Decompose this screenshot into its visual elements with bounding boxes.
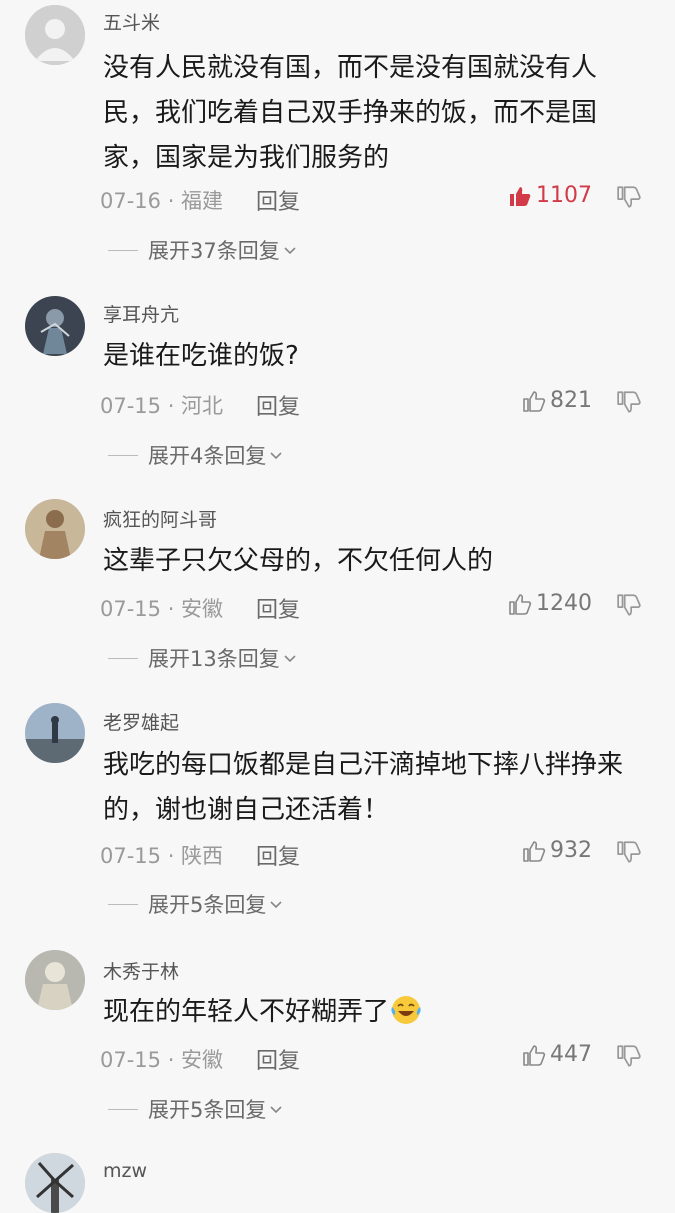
like-count: 447: [550, 1042, 592, 1067]
divider-line: [108, 657, 138, 659]
like-button[interactable]: 447: [522, 1042, 592, 1067]
thumbs-down-icon[interactable]: [616, 389, 642, 415]
like-button[interactable]: 1107: [508, 183, 592, 208]
comment-text: 没有人民就没有国，而不是没有国就没有人 民，我们吃着自己双手挣来的饭，而不是国 …: [103, 46, 648, 181]
comment-text-segment: 现在的年轻人不好糊弄了: [103, 997, 390, 1027]
comment-username[interactable]: mzw: [103, 1160, 147, 1182]
expand-replies-label: 展开5条回复: [148, 893, 267, 917]
comment-text: 现在的年轻人不好糊弄了: [103, 990, 648, 1035]
comment-text: 我吃的每口饭都是自己汗滴掉地下摔八拌挣来 的，谢也谢自己还活着！: [103, 743, 648, 833]
comment-username[interactable]: 享耳舟亢: [103, 300, 179, 327]
thumbs-down-icon[interactable]: [616, 184, 642, 210]
avatar[interactable]: [25, 1153, 85, 1213]
like-button[interactable]: 821: [522, 388, 592, 413]
comment-meta-row: 07-15 · 河北 回复 821: [100, 386, 650, 420]
avatar[interactable]: [25, 499, 85, 559]
comment-meta-row: 07-15 · 安徽 回复 447: [100, 1040, 650, 1074]
thumbs-up-filled-icon: [510, 186, 531, 206]
expand-replies-button[interactable]: 展开37条回复: [108, 235, 297, 265]
reply-button[interactable]: 回复: [256, 1043, 300, 1075]
divider-line: [108, 454, 138, 456]
like-count: 1107: [536, 183, 592, 208]
thumbs-up-icon: [509, 593, 532, 615]
windmill-avatar-icon: [25, 1153, 85, 1213]
expand-replies-label: 展开5条回复: [148, 1098, 267, 1122]
thumbs-down-icon[interactable]: [616, 839, 642, 865]
expand-replies-label: 展开4条回复: [148, 444, 267, 468]
reply-button[interactable]: 回复: [256, 184, 300, 216]
comment-meta-row: 07-16 · 福建 回复 1107: [100, 181, 650, 215]
comment-meta-row: 07-15 · 安徽 回复 1240: [100, 589, 650, 623]
comment-text-line: 现在的年轻人不好糊弄了: [103, 990, 648, 1035]
comment-text: 这辈子只欠父母的，不欠任何人的: [103, 539, 648, 584]
comment-username[interactable]: 五斗米: [103, 8, 160, 35]
reply-button[interactable]: 回复: [256, 389, 300, 421]
chevron-down-icon: [270, 452, 282, 460]
thumbs-up-icon: [523, 840, 546, 862]
divider-line: [108, 903, 138, 905]
thumbs-down-icon[interactable]: [616, 592, 642, 618]
chevron-down-icon: [284, 247, 296, 255]
character-avatar-icon: [25, 296, 85, 356]
comment-username[interactable]: 老罗雄起: [103, 708, 179, 735]
default-avatar-icon: [25, 5, 85, 65]
avatar[interactable]: [25, 296, 85, 356]
expand-replies-button[interactable]: 展开13条回复: [108, 643, 297, 673]
comment-date-location: 07-15 · 河北: [100, 394, 224, 418]
reply-button[interactable]: 回复: [256, 592, 300, 624]
comment-text-line: 的，谢也谢自己还活着！: [103, 795, 390, 825]
thumbs-up-icon: [523, 1044, 546, 1066]
comment-username[interactable]: 木秀于林: [103, 957, 179, 984]
comment-date-location: 07-15 · 安徽: [100, 1048, 224, 1072]
expand-replies-button[interactable]: 展开4条回复: [108, 440, 283, 470]
like-count: 1240: [536, 591, 592, 616]
photo-avatar-icon: [25, 499, 85, 559]
avatar[interactable]: [25, 703, 85, 763]
comment-username[interactable]: 疯狂的阿斗哥: [103, 505, 217, 532]
like-count: 932: [550, 838, 592, 863]
comment-date-location: 07-16 · 福建: [100, 189, 224, 213]
chevron-down-icon: [270, 1106, 282, 1114]
expand-replies-button[interactable]: 展开5条回复: [108, 1094, 283, 1124]
divider-line: [108, 1108, 138, 1110]
reply-button[interactable]: 回复: [256, 839, 300, 871]
like-count: 821: [550, 388, 592, 413]
chevron-down-icon: [284, 655, 296, 663]
like-button[interactable]: 932: [522, 838, 592, 863]
photo-avatar-icon: [25, 950, 85, 1010]
avatar[interactable]: [25, 5, 85, 65]
comment-text: 是谁在吃谁的饭?: [103, 334, 648, 379]
comment-meta-row: 07-15 · 陕西 回复 932: [100, 836, 650, 870]
expand-replies-label: 展开13条回复: [148, 647, 280, 671]
thumbs-up-icon: [523, 390, 546, 412]
divider-line: [108, 249, 138, 251]
comment-date-location: 07-15 · 安徽: [100, 597, 224, 621]
comment-text-line: 家，国家是为我们服务的: [103, 143, 390, 173]
comment-text-line: 民，我们吃着自己双手挣来的饭，而不是国: [103, 98, 598, 128]
comment-text-line: 这辈子只欠父母的，不欠任何人的: [103, 546, 494, 576]
expand-replies-button[interactable]: 展开5条回复: [108, 889, 283, 919]
landscape-avatar-icon: [25, 703, 85, 763]
laughing-tears-emoji-icon: [391, 996, 421, 1024]
comment-date-location: 07-15 · 陕西: [100, 844, 224, 868]
avatar[interactable]: [25, 950, 85, 1010]
chevron-down-icon: [270, 901, 282, 909]
comment-text-line: 没有人民就没有国，而不是没有国就没有人: [103, 53, 598, 83]
expand-replies-label: 展开37条回复: [148, 239, 280, 263]
comment-text-line: 是谁在吃谁的饭?: [103, 341, 299, 371]
comment-text-line: 我吃的每口饭都是自己汗滴掉地下摔八拌挣来: [103, 750, 624, 780]
thumbs-down-icon[interactable]: [616, 1043, 642, 1069]
like-button[interactable]: 1240: [508, 591, 592, 616]
